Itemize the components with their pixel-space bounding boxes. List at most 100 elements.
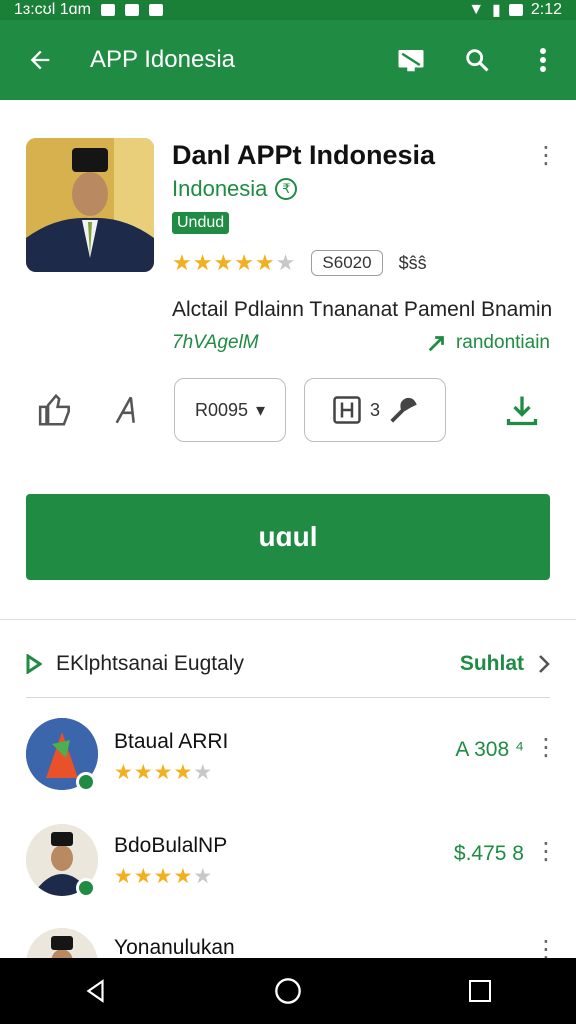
star-icon: ★ <box>133 761 153 784</box>
star-empty-icon: ★ <box>193 761 213 784</box>
app-headline: Alctail Pdlainn Tnananat Pamenl Bnamin <box>172 298 553 321</box>
size-dropdown[interactable]: R0095 ▾ <box>174 378 286 442</box>
star-icon: ★ <box>172 250 192 275</box>
square-recents-icon <box>469 980 491 1002</box>
thumb-up-icon <box>38 393 70 426</box>
font-button[interactable] <box>104 386 152 434</box>
signal-icon: ▮ <box>492 2 501 19</box>
nav-recents-button[interactable] <box>450 961 510 1021</box>
installed-badge-icon <box>76 878 96 898</box>
list-item-price: A 308 ⁴ <box>455 738 524 761</box>
status-time-right: 2:12 <box>530 1 562 18</box>
cast-button[interactable] <box>378 20 444 100</box>
section-header: EKlphtsanai Eugtaly Suhlat <box>26 646 550 682</box>
list-item[interactable]: Yonanulukan ⋮ <box>0 922 576 958</box>
section-title: EKlphtsanai Eugtaly <box>56 652 244 675</box>
installed-badge-icon <box>76 772 96 792</box>
app-bar: APP Idonesia <box>0 20 576 100</box>
overflow-menu-button[interactable] <box>510 20 576 100</box>
download-icon <box>506 396 538 426</box>
app-icon <box>26 138 154 272</box>
star-icon: ★ <box>254 250 275 275</box>
rating-row: ★ ★ ★ ★ ★ ★ S6020 $ŝŝ <box>172 250 427 276</box>
list-item-stars: ★ ★ ★ ★ ★ <box>114 864 212 889</box>
list-item-more-button[interactable]: ⋮ <box>534 736 558 760</box>
action-row: R0095 ▾ 3 <box>26 378 550 444</box>
circle-home-icon <box>275 978 301 1004</box>
subline-left: 7hVAgelM <box>172 332 259 353</box>
star-icon: ★ <box>173 761 193 784</box>
person-portrait-icon <box>26 138 154 272</box>
app-header-card: Danl APPt Indonesia ⋮ Indonesia ₹ Undud … <box>0 100 576 620</box>
search-button[interactable] <box>444 20 510 100</box>
list-item-name: BdoBulalNP <box>114 834 228 857</box>
star-icon: ★ <box>192 250 213 275</box>
star-icon: ★ <box>173 865 193 888</box>
status-time-left: 1ɜ:cʊl 1ɑm <box>14 1 91 18</box>
downloads-chip: S6020 <box>311 250 383 276</box>
subline-right-link[interactable]: randontiain <box>426 332 550 354</box>
developer-link[interactable]: Indonesia ₹ <box>172 176 298 202</box>
notification-icon <box>124 4 139 16</box>
grid-box-icon <box>333 396 361 424</box>
list-item-stars: ★ ★ ★ ★ ★ <box>114 760 212 785</box>
star-icon: ★ <box>133 865 153 888</box>
list-item-more-button[interactable]: ⋮ <box>534 938 558 959</box>
like-button[interactable] <box>32 386 80 434</box>
page-title: APP Idonesia <box>90 46 235 73</box>
dropdown-arrow-icon: ▾ <box>256 399 266 420</box>
list-item[interactable]: Btaual ARRI ★ ★ ★ ★ ★ A 308 ⁴ ⋮ <box>0 712 576 808</box>
nav-home-button[interactable] <box>258 961 318 1021</box>
star-empty-icon: ★ <box>193 865 213 888</box>
triangle-back-icon <box>86 979 104 1003</box>
category-tag: Undud <box>172 212 230 234</box>
chevron-right-icon <box>539 655 550 673</box>
chip-aux-text: $ŝŝ <box>398 252 427 273</box>
play-icon <box>26 654 42 674</box>
star-icon: ★ <box>114 865 133 888</box>
notification-icon <box>100 4 115 16</box>
trending-arrow-icon <box>428 336 444 352</box>
cast-icon <box>398 50 424 72</box>
wrench-icon <box>390 397 417 423</box>
more-vert-icon <box>540 48 546 72</box>
search-icon <box>466 49 489 72</box>
list-item-more-button[interactable]: ⋮ <box>534 840 558 864</box>
star-icon: ★ <box>213 250 234 275</box>
font-icon <box>115 396 135 424</box>
system-nav-bar <box>0 958 576 1024</box>
back-button[interactable] <box>0 20 80 100</box>
verified-badge-icon: ₹ <box>275 178 298 200</box>
list-item-price: $.475 8 <box>453 842 524 865</box>
nav-back-button[interactable] <box>66 961 126 1021</box>
status-bar: 1ɜ:cʊl 1ɑm ▼ ▮ 2:12 <box>0 0 576 20</box>
wifi-icon: ▼ <box>468 1 485 18</box>
notification-icon <box>148 4 163 16</box>
star-icon: ★ <box>153 865 173 888</box>
section-divider <box>26 697 550 698</box>
star-rating: ★ ★ ★ ★ ★ ★ <box>172 250 295 276</box>
developer-name: Indonesia <box>172 176 268 201</box>
arrow-left-icon <box>30 50 50 70</box>
star-icon: ★ <box>234 250 254 275</box>
size-dropdown-value: R0095 <box>194 399 248 420</box>
list-item[interactable]: BdoBulalNP ★ ★ ★ ★ ★ $.475 8 ⋮ <box>0 818 576 914</box>
section-more-label: Suhlat <box>459 652 524 675</box>
count-box[interactable]: 3 <box>304 378 446 442</box>
list-item-icon <box>26 928 98 958</box>
star-icon: ★ <box>153 761 173 784</box>
app-name: Danl APPt Indonesia <box>172 140 436 170</box>
subline-right: randontiain <box>455 332 550 353</box>
section-more-link[interactable]: Suhlat <box>460 652 550 676</box>
battery-icon <box>508 4 523 16</box>
person-portrait-icon <box>26 928 98 958</box>
star-empty-icon: ★ <box>275 250 296 275</box>
install-button[interactable]: uɑul <box>26 494 550 580</box>
download-button[interactable] <box>498 386 546 434</box>
list-item-name: Yonanulukan <box>114 936 235 958</box>
install-button-label: uɑul <box>258 521 318 552</box>
star-icon: ★ <box>114 761 133 784</box>
count-value: 3 <box>369 399 380 420</box>
list-item-name: Btaual ARRI <box>114 730 229 753</box>
app-more-button[interactable]: ⋮ <box>534 144 558 168</box>
